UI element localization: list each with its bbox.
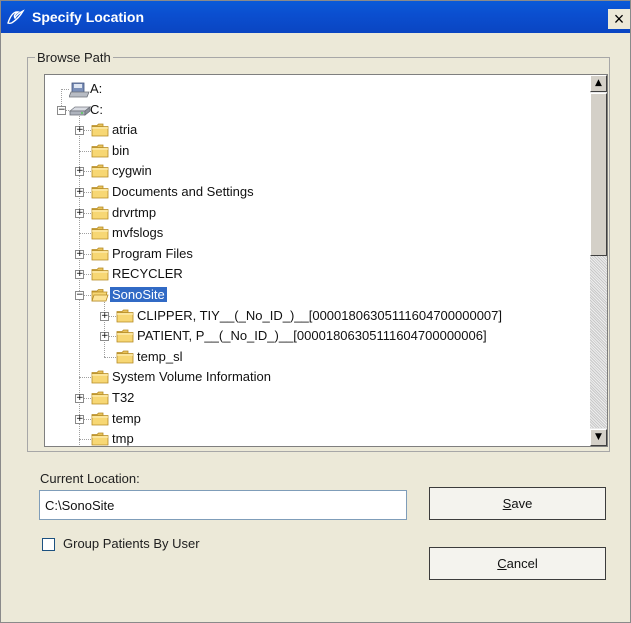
tree-branch-line — [79, 377, 91, 379]
tree-node-label: T32 — [112, 390, 135, 405]
folder-icon — [91, 185, 109, 199]
expand-plus-icon[interactable]: + — [75, 414, 84, 424]
tree-node-label: atria — [112, 122, 138, 138]
current-location-input[interactable] — [39, 490, 407, 520]
scroll-thumb[interactable] — [590, 93, 607, 256]
tree-node-label: cygwin — [112, 163, 152, 179]
tree-node[interactable]: + drvrtmp — [45, 203, 583, 223]
tree-node[interactable]: + Documents and Settings — [45, 182, 583, 202]
tree-node[interactable]: + cygwin — [45, 161, 583, 181]
tree-node-label: System Volume Information — [112, 369, 271, 385]
tree-node[interactable]: + T32 — [45, 388, 583, 408]
tree-node-label: A: — [90, 81, 103, 96]
tree-vertical-scrollbar[interactable]: ▲ ▼ — [590, 75, 607, 446]
tree-node-label: temp — [112, 410, 141, 426]
collapse-minus-icon[interactable]: − — [75, 291, 84, 300]
save-button[interactable]: Save — [429, 487, 606, 520]
folder-icon — [91, 164, 109, 178]
tree-content: A: − C: + atria bin + cygwin + Documents and Sett… — [45, 75, 583, 446]
tree-node-label: mvfslogs — [112, 225, 164, 241]
folder-icon — [91, 432, 109, 446]
tree-node-label: Program Files — [112, 245, 193, 261]
browse-path-label: Browse Path — [35, 50, 113, 65]
tree-node[interactable]: A: — [45, 79, 583, 99]
tree-branch-line — [79, 150, 91, 152]
expand-plus-icon[interactable]: + — [75, 126, 84, 136]
tree-node-label: drvrtmp — [112, 204, 157, 220]
tree-node[interactable]: + temp — [45, 409, 583, 429]
tree-node-label: temp_sl — [137, 348, 183, 364]
folder-icon — [91, 247, 109, 261]
folder-icon — [91, 391, 109, 405]
tree-node[interactable]: System Volume Information — [45, 367, 583, 387]
specify-location-dialog: Specify Location × Browse Path A: − C: + atr… — [0, 0, 631, 623]
close-button[interactable]: × — [608, 9, 630, 29]
folder-icon — [91, 206, 109, 220]
tree-node-label: C: — [90, 101, 103, 117]
cancel-button[interactable]: Cancel — [429, 547, 606, 580]
tree-branch-line — [61, 89, 69, 90]
tree-node[interactable]: mvfslogs — [45, 223, 583, 243]
folder-tree[interactable]: A: − C: + atria bin + cygwin + Documents and Sett… — [44, 74, 608, 447]
folder-icon — [116, 329, 134, 343]
tree-node[interactable]: − SonoSite — [45, 285, 583, 305]
folder-icon — [91, 144, 109, 158]
expand-plus-icon[interactable]: + — [75, 167, 84, 177]
title-bar[interactable]: Specify Location × — [1, 1, 630, 33]
expand-plus-icon[interactable]: + — [100, 332, 109, 342]
tree-node[interactable]: + atria — [45, 120, 583, 140]
expand-plus-icon[interactable]: + — [75, 270, 84, 280]
tree-node[interactable]: − C: — [45, 100, 583, 120]
expand-plus-icon[interactable]: + — [75, 249, 84, 259]
tree-node[interactable]: + PATIENT, P__(_No_ID_)__[000018063051116… — [45, 326, 583, 346]
tree-node-label: RECYCLER — [112, 266, 183, 282]
tree-branch-line — [104, 356, 116, 358]
tree-node[interactable]: + CLIPPER, TIY__(_No_ID_)__[0000180630511… — [45, 306, 583, 326]
window-title: Specify Location — [32, 9, 145, 25]
scroll-track[interactable] — [590, 256, 607, 428]
collapse-minus-icon[interactable]: − — [57, 105, 66, 115]
tree-node-label: Documents and Settings — [112, 184, 254, 199]
tree-node-label: CLIPPER, TIY__(_No_ID_)__[00001806305111… — [137, 307, 503, 323]
folder-icon — [91, 226, 109, 240]
save-label-rest: ave — [511, 496, 533, 511]
scroll-down-button[interactable]: ▼ — [590, 429, 607, 446]
tree-node[interactable]: bin — [45, 141, 583, 161]
folder-open-icon — [91, 288, 109, 302]
expand-plus-icon[interactable]: + — [75, 208, 84, 218]
cancel-mnemonic: C — [497, 556, 507, 571]
tree-node[interactable]: temp_sl — [45, 347, 583, 367]
folder-icon — [116, 350, 134, 364]
group-by-user-label[interactable]: Group Patients By User — [63, 536, 200, 551]
tree-branch-line — [79, 439, 91, 441]
cancel-label-rest: ancel — [506, 556, 538, 571]
sonosite-logo-icon — [7, 9, 25, 25]
tree-node[interactable]: tmp — [45, 429, 583, 447]
folder-icon — [91, 370, 109, 384]
expand-plus-icon[interactable]: + — [100, 311, 109, 321]
expand-plus-icon[interactable]: + — [75, 394, 84, 403]
current-location-label: Current Location: — [40, 471, 140, 486]
folder-icon — [91, 123, 109, 137]
folder-icon — [91, 267, 109, 281]
tree-node[interactable]: + RECYCLER — [45, 264, 583, 284]
floppy-drive-icon — [68, 82, 90, 98]
tree-node-label: tmp — [112, 431, 134, 447]
hard-drive-icon — [68, 103, 92, 117]
folder-icon — [116, 309, 134, 323]
tree-node-label: PATIENT, P__(_No_ID_)__[0000180630511160… — [137, 328, 487, 344]
tree-node[interactable]: + Program Files — [45, 244, 583, 264]
tree-branch-line — [79, 233, 91, 235]
folder-icon — [91, 412, 109, 426]
scroll-up-button[interactable]: ▲ — [590, 75, 607, 92]
expand-plus-icon[interactable]: + — [75, 188, 84, 197]
tree-node-label: bin — [112, 142, 130, 158]
tree-node-label: SonoSite — [110, 287, 167, 302]
group-by-user-checkbox[interactable] — [42, 538, 55, 551]
